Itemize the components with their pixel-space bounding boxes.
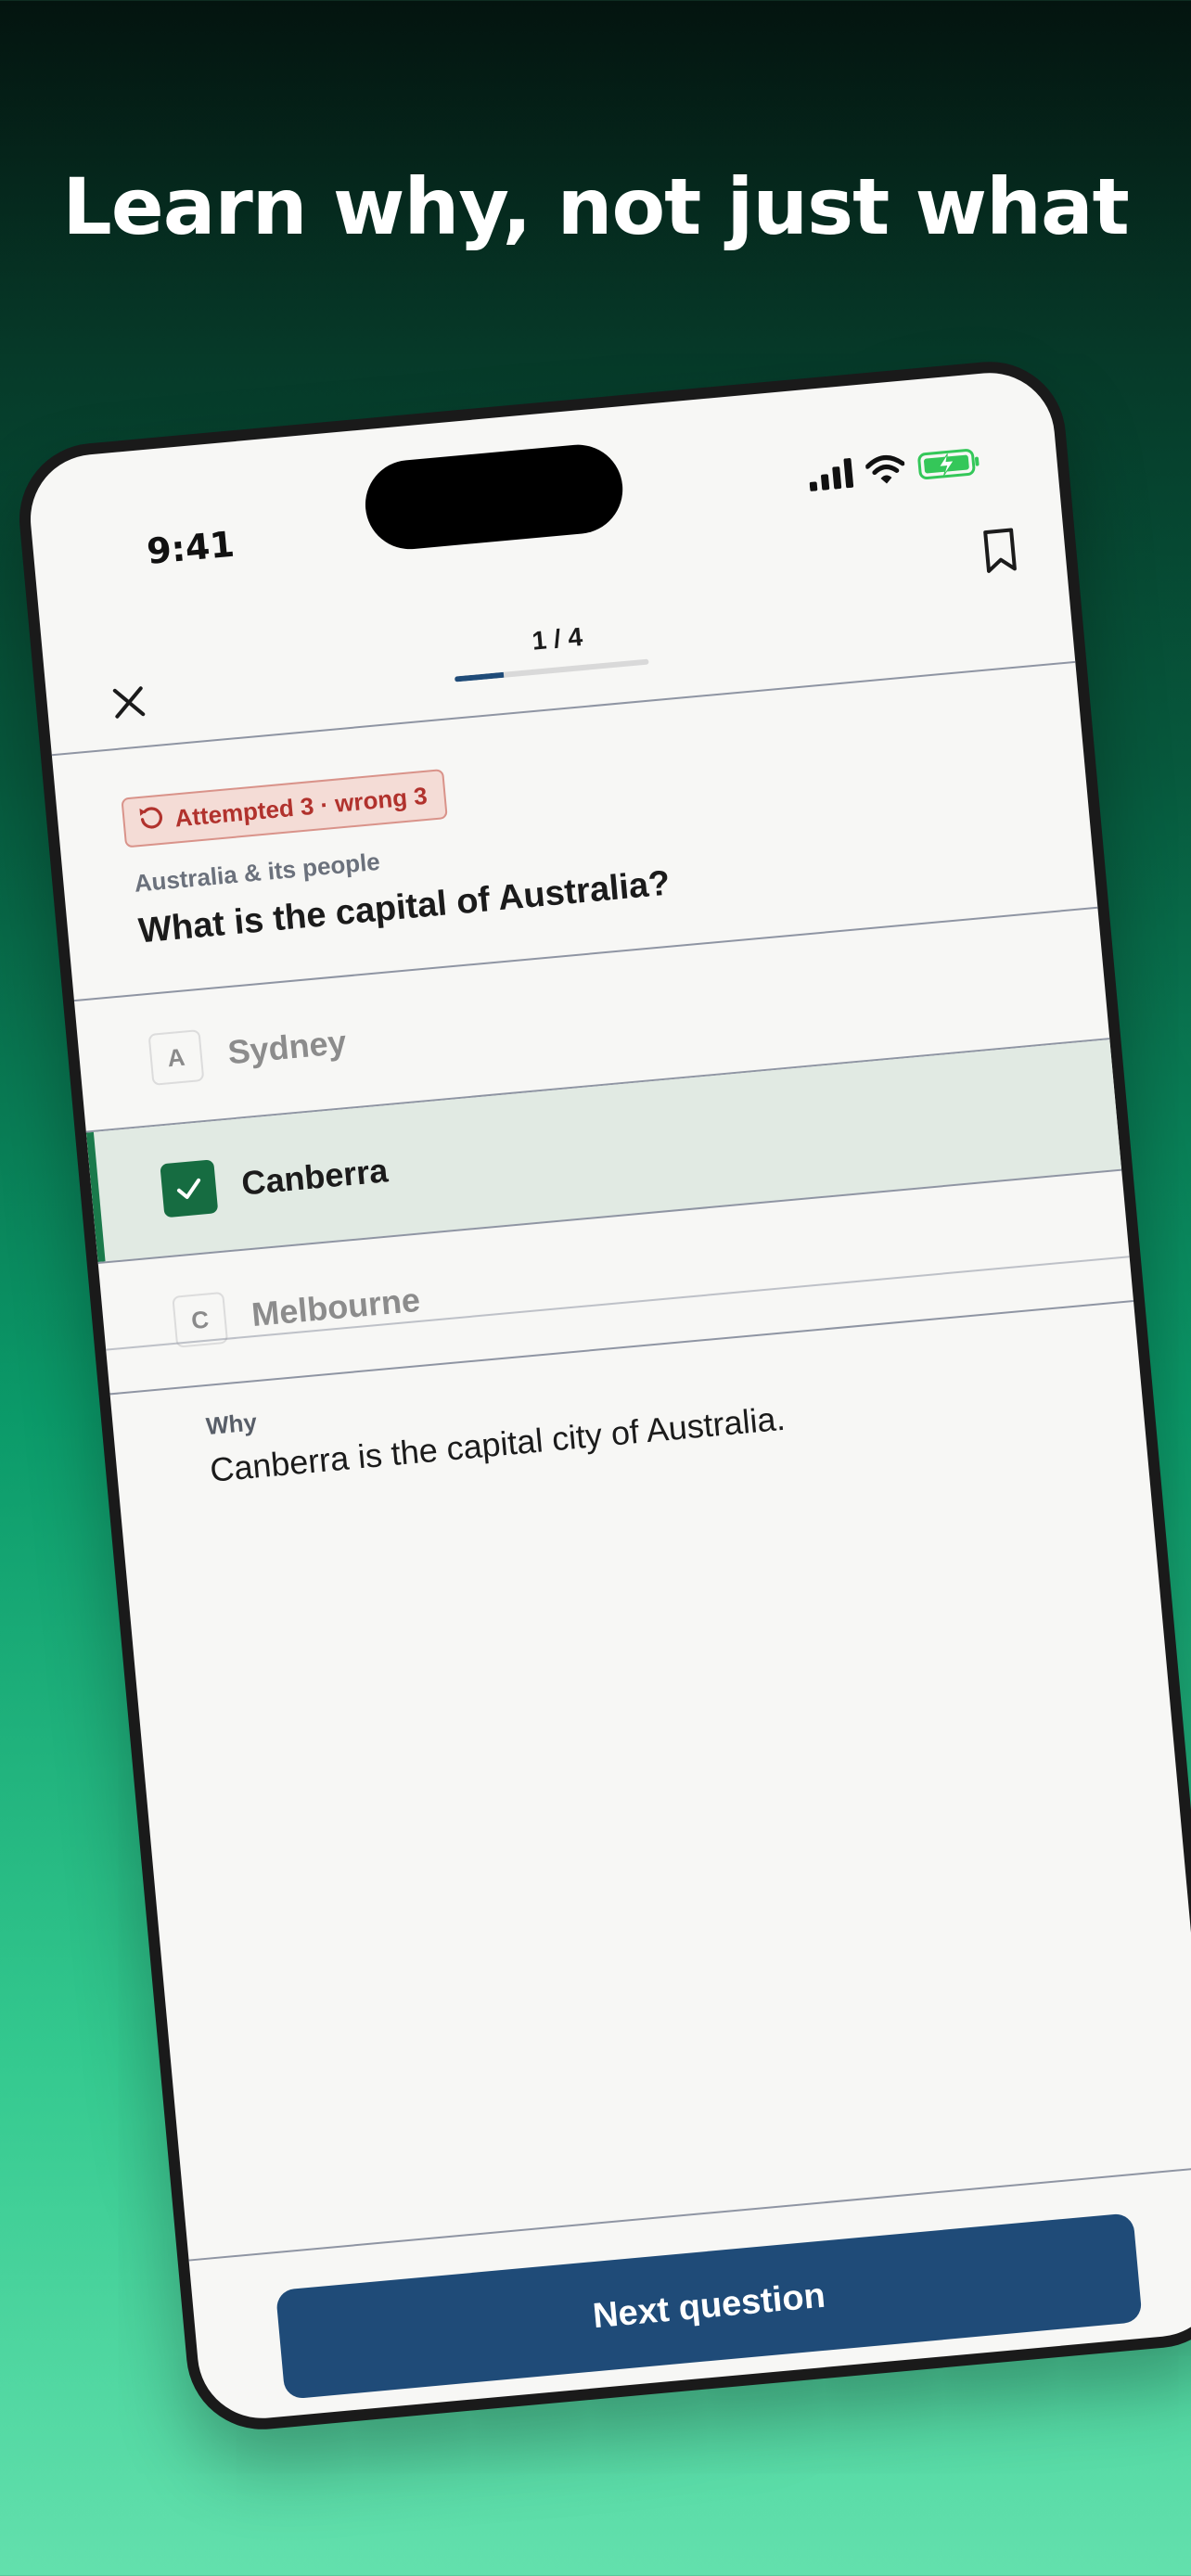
progress-bar-fill <box>454 671 504 682</box>
app-screen: 9:41 1 / 4 Attempted 3 · wrong 3 Austral… <box>24 367 1191 2424</box>
option-label: Sydney <box>225 1022 349 1072</box>
wifi-icon <box>864 453 906 487</box>
checkmark-icon <box>160 1159 219 1218</box>
question-category: Australia & its people <box>133 847 381 898</box>
question-counter: 1 / 4 <box>531 621 584 656</box>
status-icons <box>808 446 982 491</box>
dynamic-island <box>361 440 627 554</box>
option-label: Canberra <box>239 1151 390 1203</box>
promo-headline: Learn why, not just what <box>62 161 1130 252</box>
retry-icon <box>136 803 165 837</box>
status-time: 9:41 <box>145 523 237 572</box>
battery-charging-icon <box>916 446 982 481</box>
explanation-title: Why <box>204 1408 259 1441</box>
attempt-badge: Attempted 3 · wrong 3 <box>121 769 448 848</box>
signal-icon <box>808 458 855 491</box>
option-letter: A <box>147 1029 205 1086</box>
progress-bar <box>454 658 649 682</box>
explanation-text: Canberra is the capital city of Australi… <box>208 1398 788 1489</box>
phone-frame: 9:41 1 / 4 Attempted 3 · wrong 3 Austral… <box>12 355 1191 2436</box>
bookmark-icon[interactable] <box>980 527 1021 579</box>
attempt-badge-label: Attempted 3 · wrong 3 <box>173 781 429 832</box>
option-label: Melbourne <box>250 1280 422 1334</box>
